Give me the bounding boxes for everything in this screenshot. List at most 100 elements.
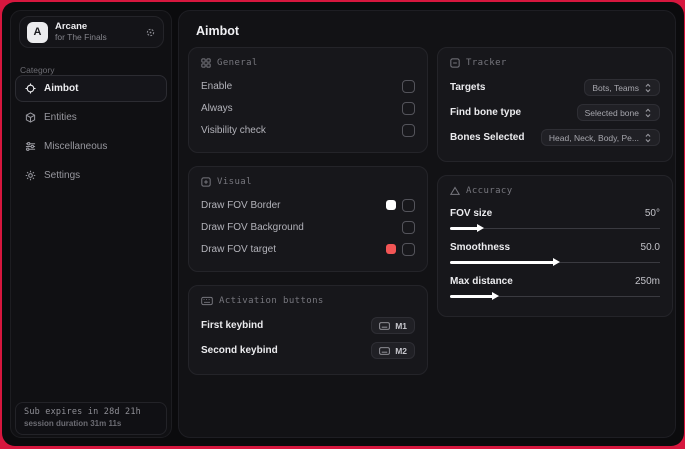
chevrons-up-down-icon	[644, 133, 652, 143]
enable-checkbox[interactable]	[402, 79, 415, 93]
left-column: General Enable Always Visibility check V…	[188, 47, 428, 388]
activation-card: Activation buttons First keybind M1 Seco…	[188, 285, 428, 375]
setting-label: FOV size	[450, 207, 493, 219]
max-distance-setting: Max distance 250m	[450, 271, 660, 301]
setting-label: Draw FOV Border	[201, 199, 281, 211]
fov-target-checkbox[interactable]	[402, 242, 415, 256]
keyboard-icon	[379, 321, 391, 330]
accuracy-card: Accuracy FOV size 50° Smoothness 50.0 Ma…	[437, 175, 673, 317]
max-distance-slider[interactable]	[450, 291, 660, 301]
setting-row: Always	[201, 97, 415, 119]
bones-selected-select[interactable]: Head, Neck, Body, Pe...	[540, 129, 660, 146]
sidebar-item-label: Aimbot	[44, 83, 79, 94]
image-plus-icon	[201, 177, 211, 187]
setting-label: Targets	[450, 82, 486, 93]
setting-row: Draw FOV Background	[201, 216, 415, 238]
setting-label: Visibility check	[201, 124, 266, 136]
second-keybind-button[interactable]: M2	[371, 342, 415, 359]
setting-row: Enable	[201, 75, 415, 97]
fov-target-color-swatch[interactable]	[386, 244, 396, 254]
setting-row: Targets Bots, Teams	[450, 75, 660, 100]
setting-label: Find bone type	[450, 107, 522, 118]
sidebar-nav: Aimbot Entities Miscellaneous Settings	[15, 75, 167, 191]
find-bone-type-select[interactable]: Selected bone	[576, 104, 660, 121]
keyboard-icon	[201, 296, 213, 306]
setting-row: Draw FOV Border	[201, 194, 415, 216]
targets-select[interactable]: Bots, Teams	[584, 79, 660, 96]
session-duration-text: session duration 31m 11s	[24, 419, 122, 428]
sidebar-item-settings[interactable]: Settings	[15, 162, 167, 189]
fov-border-checkbox[interactable]	[402, 198, 415, 212]
setting-row: Find bone type Selected bone	[450, 100, 660, 125]
sidebar-item-label: Miscellaneous	[44, 141, 108, 152]
setting-label: Draw FOV target	[201, 243, 277, 255]
select-value: Selected bone	[584, 107, 639, 118]
keybind-value: M1	[395, 320, 407, 331]
card-header-label: Visual	[217, 177, 252, 187]
box-minus-icon	[450, 58, 460, 68]
app-titles: Arcane for The Finals	[55, 20, 138, 43]
sidebar-item-label: Entities	[44, 112, 77, 123]
slider-thumb[interactable]	[492, 292, 500, 300]
fov-size-slider[interactable]	[450, 223, 660, 233]
setting-row: First keybind M1	[201, 313, 415, 338]
card-header-label: Accuracy	[466, 186, 513, 196]
setting-row: Second keybind M2	[201, 338, 415, 363]
main-panel: Aimbot General Enable Always Visibility …	[178, 10, 676, 438]
sub-expires-text: Sub expires in 28d 21h	[24, 407, 141, 417]
app-window: A Arcane for The Finals Category Aimbot	[2, 2, 684, 446]
visual-card: Visual Draw FOV Border Draw FOV Backgrou…	[188, 166, 428, 272]
triangle-icon	[450, 186, 460, 196]
gear-icon	[25, 170, 36, 181]
select-value: Head, Neck, Body, Pe...	[548, 132, 639, 143]
app-name: Arcane	[55, 20, 88, 32]
sidebar-item-miscellaneous[interactable]: Miscellaneous	[15, 133, 167, 160]
setting-label: Smoothness	[450, 241, 511, 253]
chevrons-up-down-icon	[644, 83, 652, 93]
card-header-label: Tracker	[466, 58, 507, 68]
select-value: Bots, Teams	[592, 82, 639, 93]
subscription-box: Sub expires in 28d 21h session duration …	[15, 402, 167, 435]
keyboard-icon	[379, 346, 391, 355]
setting-label: Always	[201, 102, 233, 114]
fov-background-checkbox[interactable]	[402, 220, 415, 234]
chevrons-up-down-icon	[644, 108, 652, 118]
fov-border-color-swatch[interactable]	[386, 200, 396, 210]
smoothness-slider[interactable]	[450, 257, 660, 267]
sync-icon[interactable]	[145, 27, 156, 38]
fov-size-setting: FOV size 50°	[450, 203, 660, 233]
crosshair-icon	[25, 83, 36, 94]
setting-label: First keybind	[201, 320, 264, 331]
always-checkbox[interactable]	[402, 101, 415, 115]
sidebar-item-entities[interactable]: Entities	[15, 104, 167, 131]
tracker-card: Tracker Targets Bots, Teams Find bone ty…	[437, 47, 673, 162]
sidebar-item-aimbot[interactable]: Aimbot	[15, 75, 167, 102]
keybind-value: M2	[395, 345, 407, 356]
slider-thumb[interactable]	[477, 224, 485, 232]
setting-row: Draw FOV target	[201, 238, 415, 260]
setting-label: Bones Selected	[450, 132, 525, 143]
smoothness-setting: Smoothness 50.0	[450, 237, 660, 267]
fov-size-value: 50°	[644, 207, 660, 219]
general-card: General Enable Always Visibility check	[188, 47, 428, 153]
setting-label: Max distance	[450, 275, 513, 287]
sliders-icon	[25, 141, 36, 152]
app-logo: A	[27, 21, 48, 43]
first-keybind-button[interactable]: M1	[371, 317, 415, 334]
category-label: Category	[20, 65, 55, 75]
app-subtitle: for The Finals	[55, 31, 107, 42]
slider-thumb[interactable]	[553, 258, 560, 266]
app-header[interactable]: A Arcane for The Finals	[19, 16, 164, 48]
card-header-label: Activation buttons	[219, 296, 324, 306]
sidebar: A Arcane for The Finals Category Aimbot	[10, 10, 172, 438]
visibility-check-checkbox[interactable]	[402, 123, 415, 137]
card-header-label: General	[217, 58, 258, 68]
grid-icon	[201, 58, 211, 68]
setting-label: Enable	[201, 80, 233, 92]
right-column: Tracker Targets Bots, Teams Find bone ty…	[437, 47, 673, 330]
setting-row: Bones Selected Head, Neck, Body, Pe...	[450, 125, 660, 150]
page-title: Aimbot	[196, 24, 240, 38]
smoothness-value: 50.0	[640, 241, 660, 253]
setting-label: Draw FOV Background	[201, 221, 304, 233]
sidebar-item-label: Settings	[44, 170, 81, 181]
